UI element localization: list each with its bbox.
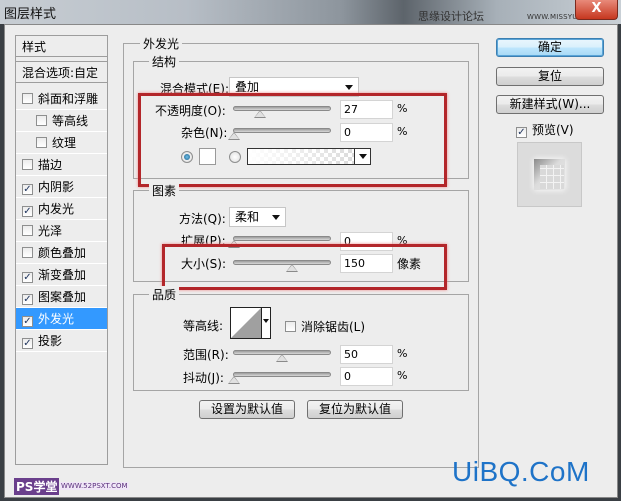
style-item[interactable]: 描边 [16, 154, 107, 176]
checkbox-unchecked-icon[interactable] [22, 225, 33, 236]
blend-mode-value: 叠加 [235, 80, 260, 94]
range-unit: % [397, 347, 408, 360]
checkbox-unchecked-icon[interactable] [22, 93, 33, 104]
style-item-label: 渐变叠加 [38, 268, 87, 282]
style-item[interactable]: ✓ 内阴影 [16, 176, 107, 198]
style-item-label: 颜色叠加 [38, 246, 87, 260]
quality-title: 品质 [149, 286, 180, 303]
blend-options-item[interactable]: 混合选项:自定 [15, 61, 108, 83]
checkbox-checked-icon[interactable]: ✓ [22, 316, 33, 327]
anti-alias-label: 消除锯齿(L) [301, 320, 366, 334]
styles-list: 样式 混合选项:自定 斜面和浮雕等高线纹理描边 ✓ 内阴影 ✓ 内发光光泽颜色叠加 ✓ 渐变… [15, 35, 108, 465]
new-style-button[interactable]: 新建样式(W)... [496, 95, 604, 114]
style-item-label: 投影 [38, 334, 63, 348]
watermark-top: 思缘设计论坛 [418, 10, 484, 23]
make-default-button[interactable]: 设置为默认值 [199, 400, 295, 419]
style-item-label: 光泽 [38, 224, 63, 238]
anti-alias-check-icon [285, 321, 296, 332]
window-title: 图层样式 [4, 7, 57, 22]
checkbox-unchecked-icon[interactable] [36, 115, 47, 126]
chevron-down-icon [272, 215, 280, 220]
technique-value: 柔和 [235, 210, 260, 224]
range-label: 范围(R): [183, 348, 229, 362]
range-slider-thumb[interactable] [276, 354, 288, 362]
style-item-label: 内发光 [38, 202, 75, 216]
jitter-input[interactable]: 0 [340, 367, 393, 386]
jitter-slider[interactable] [228, 372, 331, 384]
style-preview [517, 142, 582, 207]
style-item[interactable]: ✓ 渐变叠加 [16, 264, 107, 286]
preview-pattern [540, 165, 564, 189]
style-item[interactable]: 纹理 [16, 132, 107, 154]
structure-title: 结构 [149, 53, 180, 70]
style-item-label: 等高线 [52, 114, 89, 128]
checkbox-unchecked-icon[interactable] [36, 137, 47, 148]
technique-label: 方法(Q): [179, 212, 226, 226]
reset-to-default-button[interactable]: 复位为默认值 [307, 400, 403, 419]
watermark-bottom-left-url: WWW.52PSXT.COM [60, 482, 129, 490]
ok-button[interactable]: 确定 [496, 38, 604, 57]
contour-preview-icon [231, 308, 261, 338]
chevron-down-icon [263, 319, 269, 323]
highlight-box-opacity [138, 93, 447, 187]
contour-picker[interactable] [230, 307, 271, 339]
style-item-label: 纹理 [52, 136, 77, 150]
style-item-label: 外发光 [38, 312, 75, 326]
style-item[interactable]: ✓ 投影 [16, 330, 107, 352]
checkbox-checked-icon[interactable]: ✓ [22, 338, 33, 349]
jitter-unit: % [397, 369, 408, 382]
spread-slider[interactable] [228, 236, 331, 248]
style-item[interactable]: ✓ 内发光 [16, 198, 107, 220]
highlight-box-size [162, 244, 447, 290]
style-item-label: 描边 [38, 158, 63, 172]
close-button[interactable]: X [575, 0, 618, 20]
style-item-label: 内阴影 [38, 180, 75, 194]
chevron-down-icon [345, 85, 353, 90]
anti-alias-checkbox[interactable]: 消除锯齿(L) [285, 318, 365, 335]
preview-label: 预览(V) [532, 123, 574, 137]
jitter-slider-thumb[interactable] [228, 376, 240, 384]
style-item[interactable]: 斜面和浮雕 [16, 88, 107, 110]
checkbox-unchecked-icon[interactable] [22, 159, 33, 170]
styles-header[interactable]: 样式 [15, 35, 108, 57]
checkbox-unchecked-icon[interactable] [22, 247, 33, 258]
contour-label: 等高线: [183, 319, 224, 333]
style-item[interactable]: ✓ 外发光 [16, 308, 107, 330]
style-item[interactable]: 等高线 [16, 110, 107, 132]
range-slider[interactable] [233, 350, 331, 362]
checkbox-checked-icon[interactable]: ✓ [22, 272, 33, 283]
title-bar[interactable]: 图层样式 思缘设计论坛 WWW.MISSYUAN.COM X [0, 0, 621, 24]
checkbox-checked-icon[interactable]: ✓ [22, 206, 33, 217]
preview-swatch [534, 159, 565, 190]
watermark-bottom-left: PS学堂 [14, 478, 60, 495]
elements-title: 图素 [149, 182, 180, 199]
range-input[interactable]: 50 [340, 345, 393, 364]
outer-glow-title: 外发光 [140, 35, 183, 52]
preview-check-icon: ✓ [516, 127, 527, 138]
contour-dropdown[interactable] [261, 308, 270, 338]
reset-button[interactable]: 复位 [496, 67, 604, 86]
style-item-label: 斜面和浮雕 [38, 92, 99, 106]
checkbox-checked-icon[interactable]: ✓ [22, 184, 33, 195]
style-item-label: 图案叠加 [38, 290, 87, 304]
style-item[interactable]: 颜色叠加 [16, 242, 107, 264]
watermark-bottom-right: UiBQ.CoM [452, 456, 590, 487]
preview-checkbox[interactable]: ✓ 预览(V) [516, 121, 574, 138]
technique-select[interactable]: 柔和 [229, 207, 286, 227]
checkbox-checked-icon[interactable]: ✓ [22, 294, 33, 305]
jitter-label: 抖动(J): [183, 371, 224, 385]
close-icon: X [591, 1, 602, 16]
style-item[interactable]: 光泽 [16, 220, 107, 242]
style-item[interactable]: ✓ 图案叠加 [16, 286, 107, 308]
